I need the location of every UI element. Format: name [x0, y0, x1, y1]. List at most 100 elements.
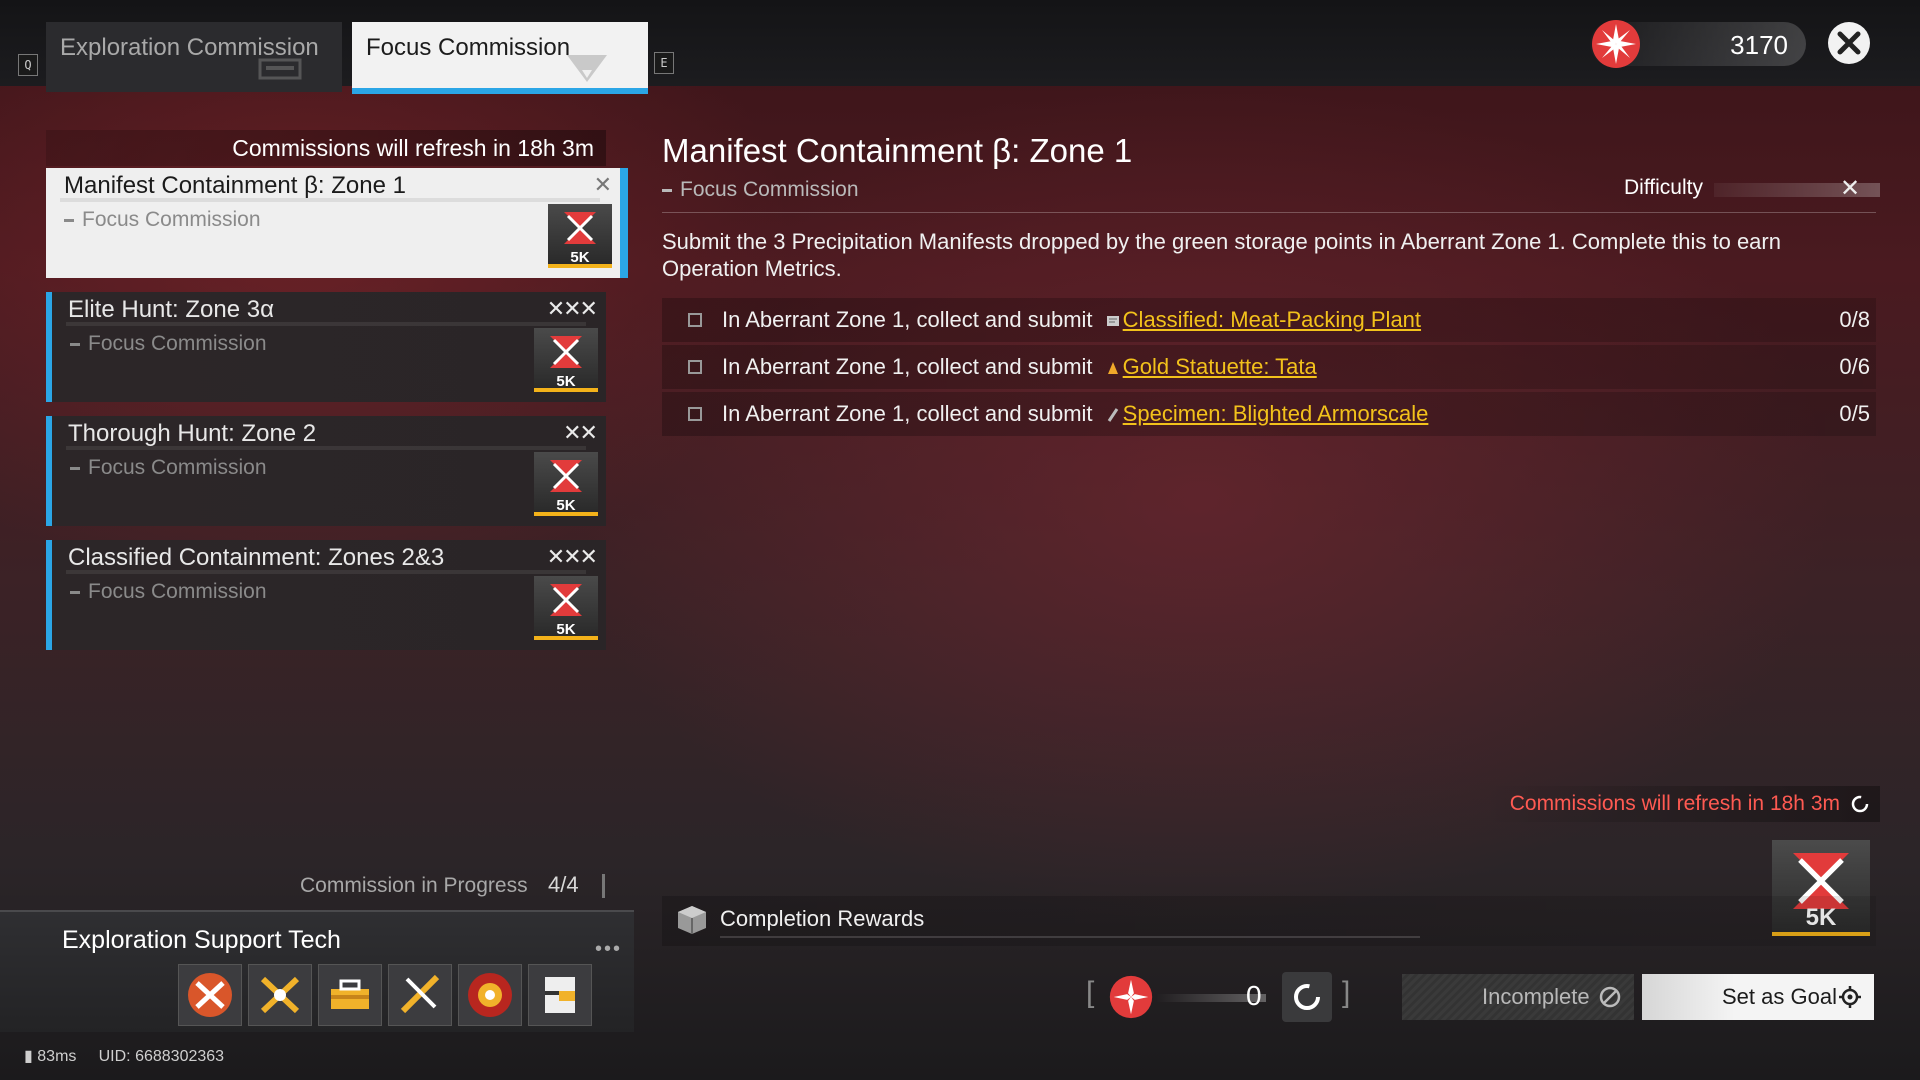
- reward-badge: 5K: [534, 328, 598, 392]
- cost-value: 0: [1246, 980, 1262, 1011]
- card-subtitle: Focus Commission: [70, 332, 267, 356]
- hourglass-reward-icon: [564, 212, 596, 244]
- commission-card[interactable]: Manifest Containment β: Zone 1 ✕ Focus C…: [46, 168, 628, 278]
- set-as-goal-label: Set as Goal: [1722, 984, 1837, 1009]
- reward-amount: 5K: [556, 621, 576, 638]
- support-title: Exploration Support Tech: [62, 926, 341, 954]
- card-title: Elite Hunt: Zone 3α: [68, 296, 274, 323]
- objective-checkbox: [688, 407, 702, 421]
- tech-crossed-tools-icon: [260, 976, 300, 1014]
- bracket-right: ]: [1342, 976, 1351, 1009]
- objective-row: In Aberrant Zone 1, collect and submit G…: [662, 345, 1876, 389]
- card-difficulty: ✕: [593, 172, 612, 197]
- objective-item-link[interactable]: Classified: Meat-Packing Plant: [1123, 307, 1421, 332]
- currency-icon: [1109, 975, 1153, 1019]
- statuette-item-icon: [1107, 362, 1118, 375]
- tab-focus-commission[interactable]: Focus Commission: [352, 22, 648, 94]
- reroll-button[interactable]: [1282, 972, 1332, 1022]
- objective-row: In Aberrant Zone 1, collect and submit C…: [662, 298, 1876, 342]
- detail-description: Submit the 3 Precipitation Manifests dro…: [662, 229, 1781, 281]
- refresh-icon: [1294, 984, 1320, 1010]
- currency-value: 3170: [1730, 30, 1788, 60]
- card-subtitle: Focus Commission: [70, 580, 267, 604]
- key-hint-q: Q: [18, 54, 38, 76]
- tech-slot[interactable]: [528, 964, 592, 1026]
- set-as-goal-button[interactable]: Set as Goal: [1642, 974, 1874, 1020]
- objective-count: 0/8: [1839, 307, 1870, 332]
- prohibited-icon: [1599, 986, 1621, 1008]
- bracket-left: [: [1086, 976, 1095, 1009]
- reward-amount: 5K: [556, 497, 576, 514]
- tech-slot[interactable]: [248, 964, 312, 1026]
- card-title: Thorough Hunt: Zone 2: [68, 420, 317, 447]
- objective-count: 0/6: [1839, 354, 1870, 379]
- tech-slot[interactable]: [318, 964, 382, 1026]
- target-icon: [1839, 986, 1861, 1008]
- tech-slot[interactable]: [458, 964, 522, 1026]
- commission-card[interactable]: Elite Hunt: Zone 3α ✕✕✕ Focus Commission…: [46, 292, 606, 402]
- detail-title: Manifest Containment β: Zone 1: [662, 132, 1133, 169]
- document-item-icon: [1106, 316, 1119, 327]
- reward-badge: 5K: [548, 204, 612, 268]
- detail-divider: [662, 212, 1876, 213]
- difficulty-label: Difficulty: [1624, 176, 1703, 199]
- hourglass-reward-icon: [550, 460, 582, 492]
- ping-value: 83ms: [37, 1048, 77, 1065]
- objective-row: In Aberrant Zone 1, collect and submit S…: [662, 392, 1876, 436]
- tech-toolbox-icon: [331, 979, 369, 1009]
- tech-slot[interactable]: [388, 964, 452, 1026]
- box-icon: [678, 906, 706, 934]
- signal-icon: ▮: [24, 1048, 33, 1065]
- close-icon: [1837, 31, 1861, 55]
- tab-deco-icon: [567, 55, 607, 82]
- incomplete-button[interactable]: Incomplete: [1402, 974, 1634, 1020]
- refresh-icon: [1851, 795, 1869, 813]
- commission-progress-value: 4/4: [548, 872, 579, 897]
- card-difficulty: ✕✕✕: [546, 544, 598, 569]
- objective-item-link[interactable]: Gold Statuette: Tata: [1123, 354, 1317, 379]
- card-subtitle: Focus Commission: [70, 456, 267, 480]
- currency-display: 3170: [1590, 20, 1806, 68]
- commission-card[interactable]: Thorough Hunt: Zone 2 ✕✕ Focus Commissio…: [46, 416, 606, 526]
- commission-progress-label: Commission in Progress: [300, 874, 528, 897]
- key-hint-e: E: [654, 52, 674, 74]
- hourglass-reward-icon: [550, 584, 582, 616]
- card-difficulty: ✕✕✕: [546, 296, 598, 321]
- currency-icon: [1592, 20, 1640, 68]
- refresh-timer-note: Commissions will refresh in 18h 3m: [1480, 786, 1880, 822]
- completion-rewards-strip: Completion Rewards: [662, 896, 1876, 946]
- objective-item-link[interactable]: Specimen: Blighted Armorscale: [1123, 401, 1429, 426]
- tab-deco-icon: [258, 58, 302, 80]
- tech-blades-icon: [400, 974, 440, 1014]
- commission-card[interactable]: Classified Containment: Zones 2&3 ✕✕✕ Fo…: [46, 540, 606, 650]
- tab-exploration-commission[interactable]: Exploration Commission: [46, 22, 342, 92]
- reward-badge: 5K: [534, 576, 598, 640]
- card-title: Manifest Containment β: Zone 1: [64, 172, 406, 199]
- objective-text: In Aberrant Zone 1, collect and submit G…: [722, 354, 1317, 379]
- card-subtitle: Focus Commission: [64, 208, 261, 232]
- card-difficulty: ✕✕: [563, 420, 598, 445]
- uid-value: UID: 6688302363: [98, 1048, 225, 1065]
- tech-explosive-icon: [188, 973, 232, 1017]
- specimen-item-icon: [1107, 408, 1118, 423]
- more-options-icon[interactable]: •••: [595, 938, 622, 961]
- tech-flag-icon: [545, 977, 575, 1013]
- exploration-support-tech-panel: Exploration Support Tech •••: [0, 910, 634, 1032]
- objective-checkbox: [688, 313, 702, 327]
- status-bar: ▮ 83ms UID: 6688302363: [24, 1046, 224, 1066]
- close-button[interactable]: [1828, 22, 1870, 64]
- tech-slot[interactable]: [178, 964, 242, 1026]
- refresh-timer-header: Commissions will refresh in 18h 3m: [46, 130, 606, 166]
- completion-rewards-label: Completion Rewards: [720, 906, 925, 931]
- rewards-underline: [720, 936, 1420, 938]
- reward-badge: 5K: [534, 452, 598, 516]
- incomplete-label: Incomplete: [1482, 984, 1590, 1009]
- difficulty-value: ✕: [1840, 175, 1861, 202]
- reward-amount: 5K: [556, 373, 576, 390]
- commission-cost: [ 0 ]: [1086, 970, 1352, 1024]
- hourglass-reward-icon: [550, 336, 582, 368]
- tech-shield-icon: [468, 973, 512, 1017]
- card-title: Classified Containment: Zones 2&3: [68, 544, 445, 571]
- objective-text: In Aberrant Zone 1, collect and submit S…: [722, 401, 1429, 426]
- objective-checkbox: [688, 360, 702, 374]
